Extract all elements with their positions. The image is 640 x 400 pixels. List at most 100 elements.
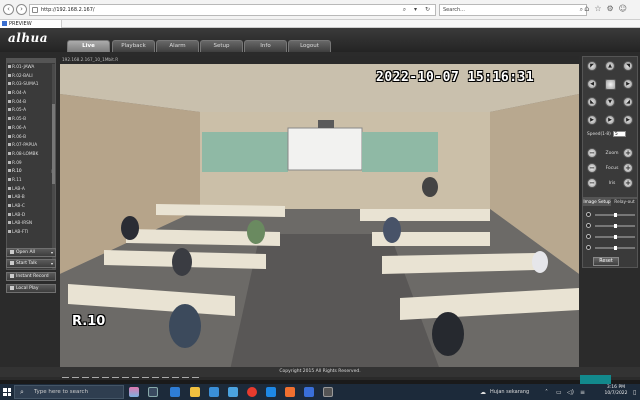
reset-button[interactable]: Reset — [593, 257, 619, 266]
tab-live[interactable]: Live — [67, 40, 110, 52]
tab-alarm[interactable]: Alarm — [156, 40, 199, 52]
saturation-track[interactable] — [595, 246, 635, 250]
weather-text[interactable]: Hujan sekarang — [490, 389, 529, 395]
taskbar-clock[interactable]: 3:16 PM 10/7/2022 — [599, 385, 633, 397]
contrast-track[interactable] — [595, 224, 635, 228]
contrast-slider[interactable] — [586, 223, 636, 229]
taskbar-search-box[interactable]: ⌕ Type here to search — [14, 385, 124, 399]
local-play-button[interactable]: Local Play — [6, 284, 56, 293]
search-icon[interactable]: ⌕ — [580, 6, 583, 14]
brightness-knob[interactable] — [613, 213, 617, 217]
network-icon[interactable]: ▭ — [556, 389, 562, 396]
ptz-preset-button[interactable]: ▶ — [605, 115, 615, 125]
camera-item[interactable]: R.02-BALI — [8, 73, 55, 82]
widgets-icon[interactable] — [129, 387, 139, 397]
camera-item[interactable]: LAB-A — [8, 186, 55, 195]
saturation-slider[interactable] — [586, 245, 636, 251]
store-icon[interactable] — [228, 387, 238, 397]
address-controls[interactable]: ⌕ ▾ ↻ — [403, 6, 433, 14]
app-icon[interactable] — [285, 387, 295, 397]
live-video[interactable]: 2022-10-07 15:16:31 R.10 — [60, 64, 579, 370]
camera-item[interactable]: R.04-A — [8, 90, 55, 99]
ptz-down-left-button[interactable]: ◣ — [587, 97, 597, 107]
scrollbar-thumb[interactable] — [52, 104, 55, 184]
instant-record-button[interactable]: Instant Record — [6, 272, 56, 281]
tab-setup[interactable]: Setup — [200, 40, 243, 52]
tab-info[interactable]: Info — [244, 40, 287, 52]
camera-item[interactable]: R.03-SUMA1 — [8, 81, 55, 90]
camera-label: R.08-LOMBK — [12, 151, 39, 157]
camera-item[interactable]: R.06-B — [8, 134, 55, 143]
mail-icon[interactable] — [209, 387, 219, 397]
focus-near-button[interactable]: − — [587, 163, 597, 173]
ptz-center-button[interactable] — [605, 79, 616, 90]
ptz-up-right-button[interactable]: ◥ — [623, 61, 633, 71]
camera-item[interactable]: R.05-A — [8, 107, 55, 116]
camera-item[interactable]: LAB-C — [8, 203, 55, 212]
camera-item[interactable]: LAB-FTI — [8, 229, 55, 238]
camera-label: R.11 — [12, 177, 22, 183]
word-icon[interactable] — [304, 387, 314, 397]
iris-close-button[interactable]: − — [587, 178, 597, 188]
contrast-knob[interactable] — [613, 224, 617, 228]
chevron-down-icon[interactable]: ▾ — [51, 260, 53, 267]
speed-select[interactable]: 5 — [613, 131, 626, 137]
ptz-up-button[interactable]: ▲ — [605, 61, 615, 71]
start-button[interactable] — [0, 384, 14, 400]
camera-item[interactable]: R.04-B — [8, 99, 55, 108]
camera-item[interactable]: R.06-A — [8, 125, 55, 134]
tab-image-setup[interactable]: Image Setup — [583, 199, 611, 206]
ptz-tour-button[interactable]: ▶ — [623, 115, 633, 125]
forward-button[interactable]: › — [16, 4, 27, 15]
zoom-in-button[interactable]: + — [623, 148, 633, 158]
hue-slider[interactable] — [586, 234, 636, 240]
tab-relay-out[interactable]: Relay-out — [611, 199, 638, 206]
zoom-out-button[interactable]: − — [587, 148, 597, 158]
camera-item[interactable]: R.01-JAWA — [8, 64, 55, 73]
camera-item[interactable]: R.09 — [8, 160, 55, 169]
hue-track[interactable] — [595, 235, 635, 239]
address-bar[interactable]: http://192.168.2.167/ ⌕ ▾ ↻ — [29, 4, 436, 16]
app-window-icon[interactable] — [323, 387, 333, 397]
camera-item[interactable]: LAB-B — [8, 194, 55, 203]
ptz-down-right-button[interactable]: ◢ — [623, 97, 633, 107]
ptz-right-button[interactable]: ▶ — [623, 79, 633, 89]
browser-tab[interactable]: PREVIEW — [0, 20, 62, 28]
camera-item[interactable]: R.07-PAPUA — [8, 142, 55, 151]
camera-list-scrollbar[interactable] — [52, 64, 55, 269]
chrome-icon[interactable] — [247, 387, 257, 397]
camera-item[interactable]: LAB-IRSN — [8, 220, 55, 229]
camera-item[interactable]: R.11 — [8, 177, 55, 186]
ptz-down-button[interactable]: ▼ — [605, 97, 615, 107]
file-explorer-icon[interactable] — [190, 387, 200, 397]
tab-playback[interactable]: Playback — [112, 40, 155, 52]
back-button[interactable]: ‹ — [3, 4, 14, 15]
saturation-knob[interactable] — [613, 246, 617, 250]
hue-knob[interactable] — [613, 235, 617, 239]
focus-far-button[interactable]: + — [623, 163, 633, 173]
camera-item[interactable]: R.08-LOMBK — [8, 151, 55, 160]
chevron-down-icon[interactable]: ▾ — [51, 249, 53, 256]
notifications-icon[interactable]: ▯ — [633, 389, 636, 396]
ptz-left-button[interactable]: ◀ — [587, 79, 597, 89]
ptz-up-left-button[interactable]: ◤ — [587, 61, 597, 71]
tab-logout[interactable]: Logout — [288, 40, 331, 52]
language-icon[interactable]: ≡ — [580, 389, 585, 396]
brightness-track[interactable] — [595, 213, 635, 217]
volume-icon[interactable]: ◁) — [567, 389, 574, 396]
browser-toolbar-icons[interactable]: ⌂☆⚙☺ — [584, 4, 632, 13]
camera-item[interactable]: LAB-D — [8, 212, 55, 221]
start-talk-button[interactable]: Start Talk ▾ — [6, 259, 56, 268]
open-all-button[interactable]: Open All ▾ — [6, 248, 56, 257]
camera-item[interactable]: R.05-B — [8, 116, 55, 125]
edge-icon[interactable] — [170, 387, 180, 397]
internet-explorer-icon[interactable] — [266, 387, 276, 397]
brightness-slider[interactable] — [586, 212, 636, 218]
camera-item[interactable]: R.10M — [8, 168, 55, 177]
task-view-icon[interactable] — [148, 387, 158, 397]
tray-chevron-up-icon[interactable]: ˄ — [545, 389, 548, 396]
ptz-auto-button[interactable]: ▶ — [587, 115, 597, 125]
iris-open-button[interactable]: + — [623, 178, 633, 188]
browser-search-box[interactable]: Search... ⌕ — [439, 4, 587, 16]
camera-icon — [8, 221, 11, 225]
